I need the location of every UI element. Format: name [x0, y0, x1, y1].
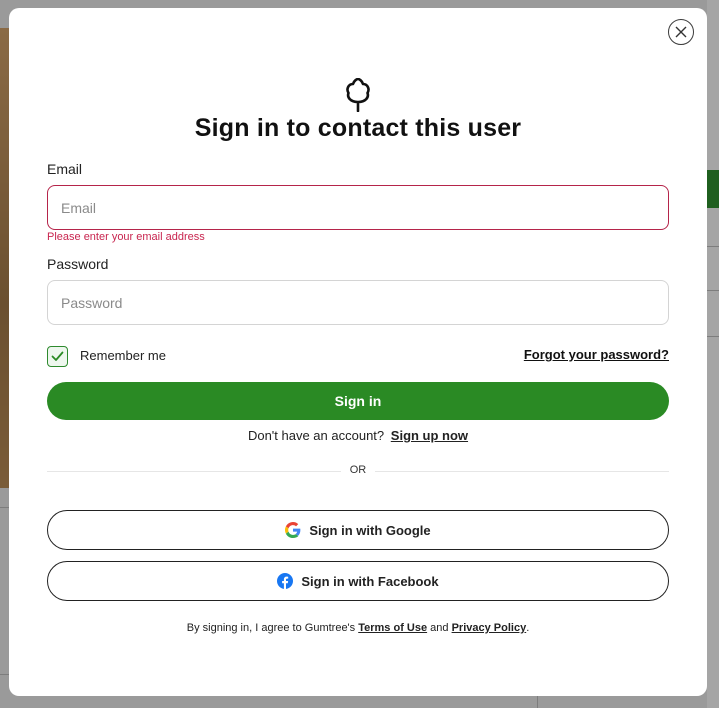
terms-of-use-link[interactable]: Terms of Use [358, 622, 427, 634]
background-green-button [707, 170, 719, 208]
facebook-sign-in-button[interactable]: Sign in with Facebook [47, 561, 669, 601]
google-sign-in-button[interactable]: Sign in with Google [47, 510, 669, 550]
signup-row: Don't have an account? Sign up now [9, 428, 707, 443]
terms-prefix: By signing in, I agree to Gumtree's [186, 622, 356, 634]
background-photo [0, 28, 9, 488]
sign-in-modal: Sign in to contact this user Email Pleas… [9, 8, 707, 696]
terms-and: and [430, 622, 449, 634]
email-field[interactable] [47, 185, 669, 230]
terms-suffix: . [526, 622, 530, 634]
google-icon [285, 522, 301, 538]
no-account-text: Don't have an account? [247, 428, 385, 443]
remember-me-checkbox[interactable] [47, 346, 68, 367]
email-label: Email [47, 161, 83, 177]
email-error-message: Please enter your email address [47, 231, 205, 243]
checkmark-icon [51, 351, 64, 361]
password-label: Password [47, 256, 109, 272]
sign-up-link[interactable]: Sign up now [391, 428, 468, 443]
remember-me-label: Remember me [80, 348, 166, 363]
close-button[interactable] [668, 19, 694, 45]
terms-notice: By signing in, I agree to Gumtree's Term… [9, 622, 707, 634]
background-right-panel [707, 0, 719, 708]
background-divider [707, 246, 719, 247]
sign-in-button[interactable]: Sign in [47, 382, 669, 420]
background-divider [537, 696, 538, 708]
or-text: OR [341, 464, 375, 476]
gumtree-tree-icon [346, 78, 370, 112]
background-divider [0, 507, 9, 508]
privacy-policy-link[interactable]: Privacy Policy [452, 622, 527, 634]
password-field[interactable] [47, 280, 669, 325]
forgot-password-link[interactable]: Forgot your password? [524, 347, 669, 362]
facebook-button-label: Sign in with Facebook [301, 573, 439, 589]
facebook-icon [277, 573, 294, 589]
close-icon [675, 26, 687, 38]
google-button-label: Sign in with Google [309, 522, 431, 538]
background-divider [0, 674, 9, 675]
page-title: Sign in to contact this user [194, 114, 522, 142]
background-divider [707, 336, 719, 337]
background-divider [707, 290, 719, 291]
